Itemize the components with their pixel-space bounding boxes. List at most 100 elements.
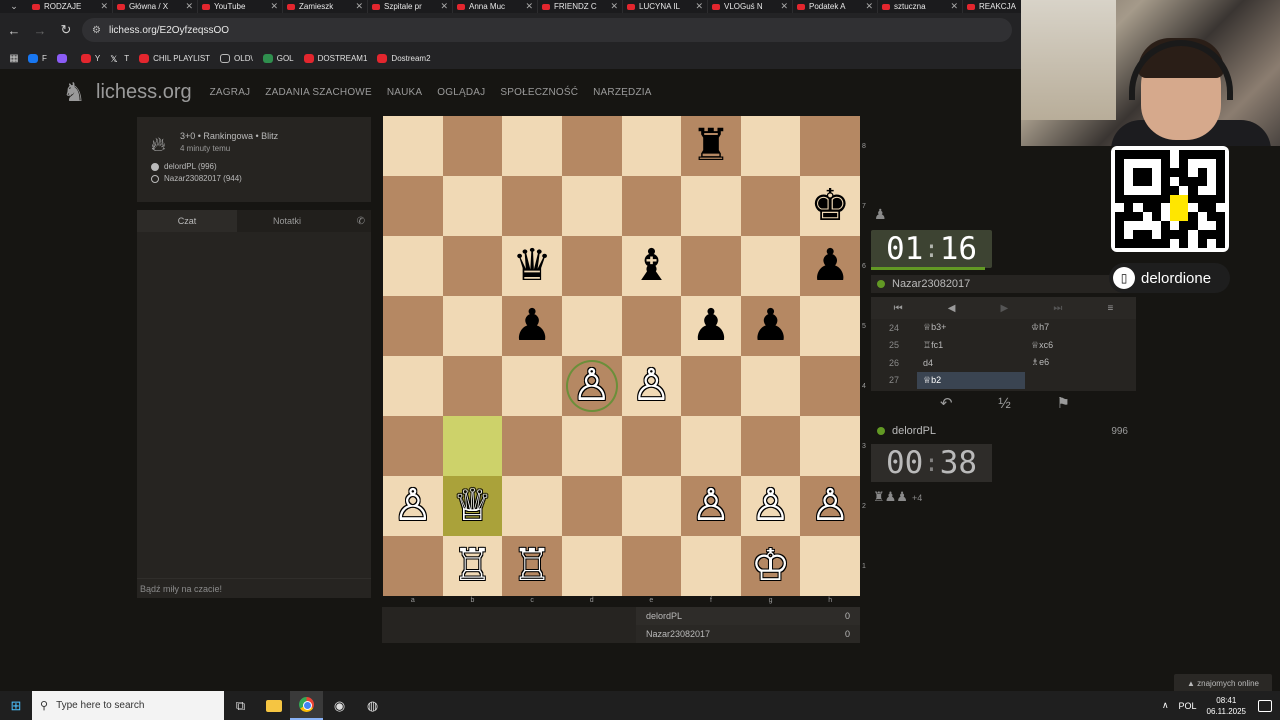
square-f4[interactable] <box>681 356 741 416</box>
close-tab-icon[interactable]: ✕ <box>270 1 278 12</box>
forward-arrow-icon[interactable]: → <box>28 18 52 42</box>
nav-tools[interactable]: NARZĘDZIA <box>593 87 651 98</box>
chess-piece-b2[interactable]: ♕ <box>453 484 492 528</box>
square-e6[interactable]: ♝ <box>621 236 682 296</box>
square-c3[interactable] <box>502 416 562 476</box>
square-d8[interactable] <box>561 116 622 176</box>
square-b2[interactable]: ♕ <box>442 476 503 536</box>
file-explorer-icon[interactable] <box>257 691 290 720</box>
url-field[interactable]: ⚙ lichess.org/E2OyfzeqssOO <box>82 18 1012 42</box>
square-d4[interactable]: ♙ <box>561 356 622 416</box>
square-g6[interactable] <box>740 236 801 296</box>
resign-flag-icon[interactable]: ⚑ <box>1057 394 1070 412</box>
square-f1[interactable] <box>681 536 741 596</box>
browser-tab[interactable]: Szpitale pr ✕ <box>368 0 453 13</box>
square-h1[interactable] <box>800 536 860 596</box>
chess-piece-g2[interactable]: ♙ <box>751 484 790 528</box>
browser-tab[interactable]: FRIENDZ C ✕ <box>538 0 623 13</box>
white-move[interactable]: d4 <box>917 354 1025 371</box>
notification-icon[interactable] <box>1258 699 1272 712</box>
opponent-name[interactable]: Nazar23082017 <box>871 275 1136 293</box>
square-a7[interactable] <box>383 176 443 236</box>
square-c6[interactable]: ♛ <box>502 236 562 296</box>
chrome-icon[interactable] <box>290 691 323 720</box>
nav-community[interactable]: SPOŁECZNOŚĆ <box>500 87 578 98</box>
black-move[interactable]: ♗e6 <box>1025 354 1133 371</box>
bookmark-dostream2[interactable]: Dostream2 <box>377 53 431 63</box>
browser-tab[interactable]: sztuczna ✕ <box>878 0 963 13</box>
chess-piece-g1[interactable]: ♔ <box>751 544 790 588</box>
white-move[interactable]: ♕b3+ <box>917 319 1025 336</box>
square-h4[interactable] <box>800 356 860 416</box>
obs-icon[interactable]: ◉ <box>323 691 356 720</box>
chess-piece-c1[interactable]: ♖ <box>512 544 551 588</box>
bookmark-gol[interactable]: GOL <box>262 53 294 63</box>
bookmark-y[interactable]: Y <box>80 53 100 63</box>
square-h5[interactable] <box>800 296 860 356</box>
site-info-icon[interactable]: ⚙ <box>92 25 101 36</box>
square-d7[interactable] <box>561 176 622 236</box>
last-move-icon[interactable]: ⏭ <box>1053 303 1062 314</box>
phone-icon[interactable]: ✆ <box>337 210 371 232</box>
nav-puzzles[interactable]: ZADANIA SZACHOWE <box>265 87 372 98</box>
square-b8[interactable] <box>442 116 503 176</box>
language-indicator[interactable]: POL <box>1179 701 1197 711</box>
chess-piece-e6[interactable]: ♝ <box>632 244 671 288</box>
chess-piece-f5[interactable]: ♟ <box>691 304 730 348</box>
tab-notes[interactable]: Notatki <box>237 210 337 232</box>
square-e2[interactable] <box>621 476 682 536</box>
square-a5[interactable] <box>383 296 443 356</box>
chess-piece-f8[interactable]: ♜ <box>691 124 730 168</box>
tray-chevron-icon[interactable]: ∧ <box>1162 700 1169 711</box>
square-f6[interactable] <box>681 236 741 296</box>
player-name[interactable]: delordPL 996 <box>871 422 1136 440</box>
back-arrow-icon[interactable]: ← <box>2 18 26 42</box>
square-c2[interactable] <box>502 476 562 536</box>
close-tab-icon[interactable]: ✕ <box>610 1 618 12</box>
square-d6[interactable] <box>561 236 622 296</box>
nav-watch[interactable]: OGLĄDAJ <box>437 87 485 98</box>
chess-piece-c5[interactable]: ♟ <box>512 304 551 348</box>
square-b4[interactable] <box>442 356 503 416</box>
close-tab-icon[interactable]: ✕ <box>865 1 873 12</box>
browser-tab[interactable]: Główna / X ✕ <box>113 0 198 13</box>
black-move[interactable]: ♔h7 <box>1025 319 1133 336</box>
square-d3[interactable] <box>561 416 622 476</box>
square-c7[interactable] <box>502 176 562 236</box>
square-e1[interactable] <box>621 536 682 596</box>
task-view-icon[interactable]: ⧉ <box>224 691 257 720</box>
browser-tab[interactable]: YouTube ✕ <box>198 0 283 13</box>
nav-learn[interactable]: NAUKA <box>387 87 422 98</box>
browser-tab[interactable]: VLOGuś N ✕ <box>708 0 793 13</box>
site-logo[interactable]: lichess.org <box>96 81 192 104</box>
menu-icon[interactable]: ≡ <box>1108 303 1114 314</box>
chess-piece-h7[interactable]: ♚ <box>810 184 849 228</box>
square-h6[interactable]: ♟ <box>800 236 860 296</box>
chess-piece-e4[interactable]: ♙ <box>632 364 671 408</box>
square-f2[interactable]: ♙ <box>681 476 741 536</box>
square-e8[interactable] <box>621 116 682 176</box>
square-f3[interactable] <box>681 416 741 476</box>
friends-online-button[interactable]: ▲ znajomych online <box>1174 674 1272 692</box>
square-e7[interactable] <box>621 176 682 236</box>
chess-piece-c6[interactable]: ♛ <box>512 244 551 288</box>
square-a6[interactable] <box>383 236 443 296</box>
square-h7[interactable]: ♚ <box>800 176 860 236</box>
white-move[interactable]: ♕b2 <box>917 371 1025 389</box>
bookmark-messenger[interactable] <box>56 53 71 63</box>
windows-start-icon[interactable]: ⊞ <box>0 691 32 720</box>
square-d2[interactable] <box>561 476 622 536</box>
browser-tab[interactable]: Zamieszk ✕ <box>283 0 368 13</box>
square-b5[interactable] <box>442 296 503 356</box>
taskbar-clock[interactable]: 08:41 06.11.2025 <box>1207 695 1246 717</box>
close-tab-icon[interactable]: ✕ <box>100 1 108 12</box>
chat-input[interactable]: Bądź miły na czacie! <box>137 578 371 598</box>
white-move[interactable]: ♖fc1 <box>917 337 1025 354</box>
black-move[interactable]: ♕xc6 <box>1025 337 1133 354</box>
square-c5[interactable]: ♟ <box>502 296 562 356</box>
square-a1[interactable] <box>383 536 443 596</box>
tab-search-icon[interactable]: ⌄ <box>0 0 28 13</box>
square-h2[interactable]: ♙ <box>800 476 860 536</box>
bookmark-t[interactable]: 𝕏T <box>110 54 129 64</box>
square-c1[interactable]: ♖ <box>502 536 562 596</box>
